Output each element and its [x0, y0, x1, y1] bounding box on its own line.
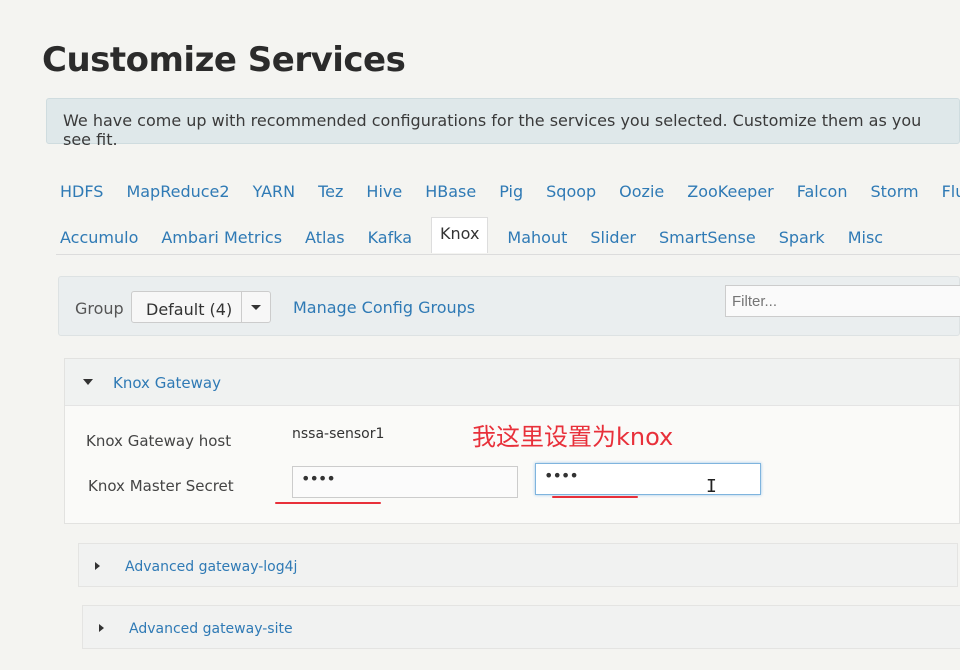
section-title: Knox Gateway — [113, 374, 221, 392]
service-tabs-row-1: HDFS MapReduce2 YARN Tez Hive HBase Pig … — [56, 178, 960, 205]
caret-down-icon — [251, 305, 261, 310]
tab-mapreduce2[interactable]: MapReduce2 — [122, 178, 233, 205]
tab-storm[interactable]: Storm — [866, 178, 922, 205]
text-cursor-icon: I — [706, 476, 717, 497]
tab-oozie[interactable]: Oozie — [615, 178, 668, 205]
knox-gateway-host-value: nssa-sensor1 — [292, 426, 385, 442]
group-select[interactable]: Default (4) — [131, 291, 271, 323]
filter-input[interactable] — [725, 285, 960, 317]
config-group-toolbar: Group Default (4) Manage Config Groups — [58, 276, 960, 336]
tab-hive[interactable]: Hive — [362, 178, 406, 205]
tab-tez[interactable]: Tez — [314, 178, 347, 205]
service-tabs-row-2: Accumulo Ambari Metrics Atlas Kafka Knox… — [56, 217, 902, 253]
tab-spark[interactable]: Spark — [775, 224, 829, 251]
tab-falcon[interactable]: Falcon — [793, 178, 852, 205]
tab-mahout[interactable]: Mahout — [503, 224, 571, 251]
expand-triangle-icon — [95, 562, 100, 570]
tab-slider[interactable]: Slider — [586, 224, 640, 251]
tab-flume[interactable]: Flu — [938, 178, 960, 205]
group-select-toggle[interactable] — [241, 292, 270, 322]
group-select-value: Default (4) — [146, 300, 233, 319]
info-banner: We have come up with recommended configu… — [46, 98, 960, 149]
tab-hdfs[interactable]: HDFS — [56, 178, 107, 205]
tab-pig[interactable]: Pig — [495, 178, 527, 205]
knox-master-secret-label: Knox Master Secret — [88, 477, 234, 495]
tab-zookeeper[interactable]: ZooKeeper — [683, 178, 778, 205]
advanced-gateway-log4j-section[interactable]: Advanced gateway-log4j — [78, 543, 958, 587]
handwritten-annotation: 我这里设置为knox — [472, 423, 674, 451]
tab-misc[interactable]: Misc — [844, 224, 887, 251]
tab-accumulo[interactable]: Accumulo — [56, 224, 142, 251]
tab-ambari-metrics[interactable]: Ambari Metrics — [157, 224, 286, 251]
tab-hbase[interactable]: HBase — [421, 178, 480, 205]
knox-master-secret-input[interactable]: •••• — [292, 466, 518, 498]
tabs-divider — [56, 254, 960, 255]
advanced-gateway-log4j-title: Advanced gateway-log4j — [125, 559, 298, 575]
tab-atlas[interactable]: Atlas — [301, 224, 349, 251]
tab-kafka[interactable]: Kafka — [364, 224, 416, 251]
tab-yarn[interactable]: YARN — [249, 178, 300, 205]
annotation-underline-1 — [275, 502, 381, 504]
manage-config-groups-link[interactable]: Manage Config Groups — [293, 298, 475, 317]
page-title: Customize Services — [42, 40, 406, 80]
group-label: Group — [75, 299, 124, 318]
advanced-gateway-site-section[interactable]: Advanced gateway-site — [82, 605, 960, 649]
collapse-triangle-icon — [83, 379, 93, 385]
knox-gateway-section-header[interactable]: Knox Gateway — [65, 359, 959, 406]
expand-triangle-icon — [99, 624, 104, 632]
knox-gateway-host-label: Knox Gateway host — [86, 432, 232, 450]
knox-master-secret-confirm-input[interactable]: •••• — [535, 463, 761, 495]
tab-knox[interactable]: Knox — [431, 217, 489, 253]
tab-sqoop[interactable]: Sqoop — [542, 178, 600, 205]
annotation-underline-2 — [552, 496, 638, 498]
tab-smartsense[interactable]: SmartSense — [655, 224, 760, 251]
advanced-gateway-site-title: Advanced gateway-site — [129, 621, 293, 637]
